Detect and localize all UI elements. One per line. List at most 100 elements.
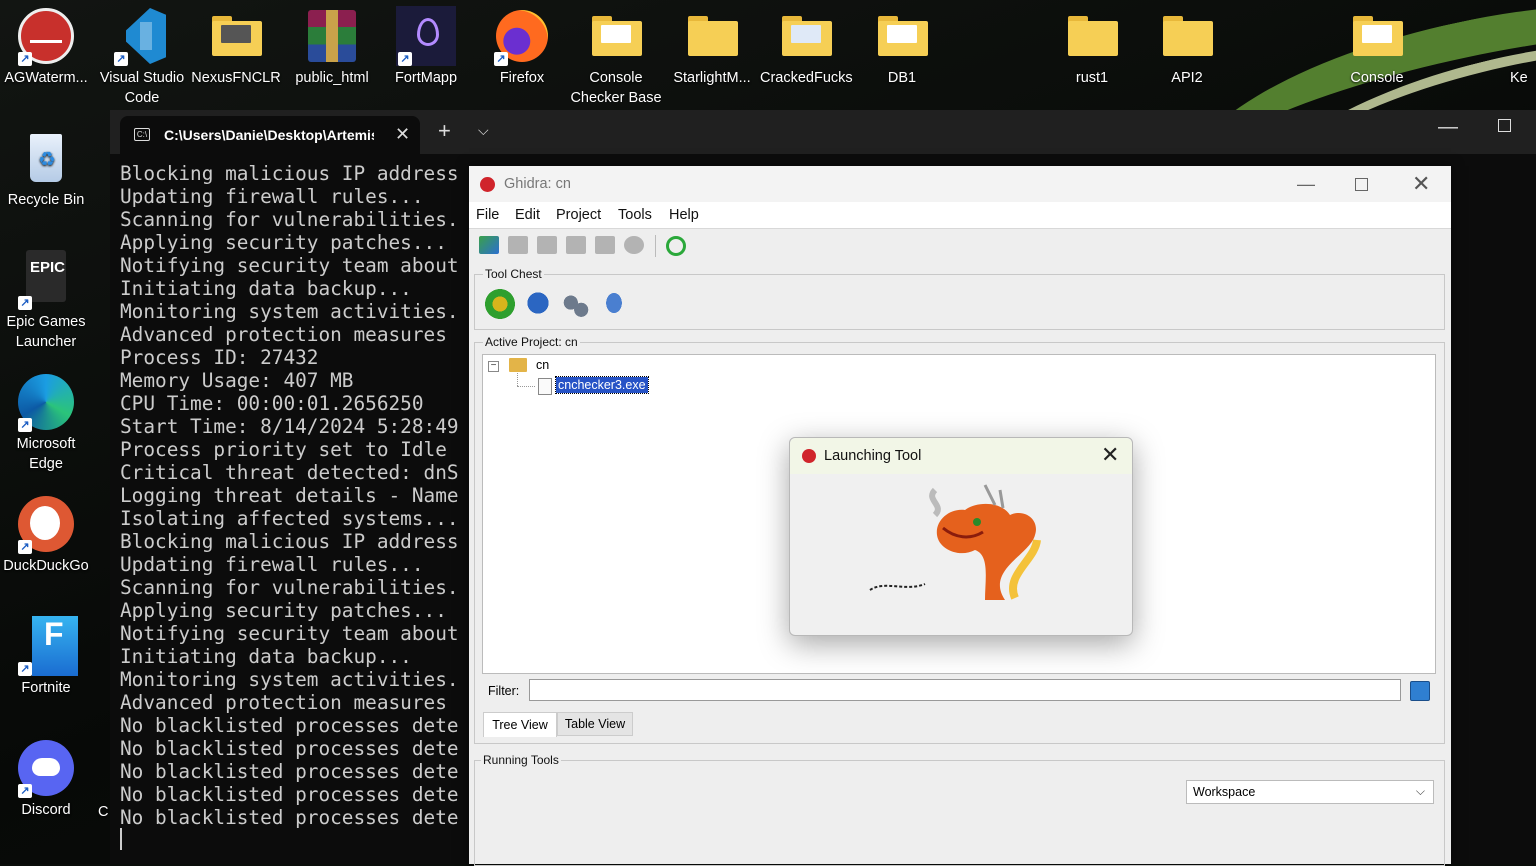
dialog-title-bar[interactable]: Launching Tool ✕ bbox=[790, 438, 1132, 474]
terminal-line: Updating firewall rules... bbox=[120, 553, 424, 576]
terminal-line: Applying security patches... bbox=[120, 599, 447, 622]
chevron-down-icon: ⌵ bbox=[1415, 784, 1425, 798]
version-tracking-gears-icon[interactable] bbox=[563, 293, 589, 317]
discord-icon: ↗ bbox=[16, 738, 76, 798]
desktop-icon-label: Recycle Bin bbox=[7, 192, 85, 208]
recycle-bin-icon: ♻ bbox=[16, 128, 76, 188]
desktop-icon-nexusfnclr[interactable]: NexusFNCLR bbox=[190, 6, 282, 88]
desktop-icon-api2[interactable]: API2 bbox=[1141, 6, 1233, 88]
desktop-icon-fortnite[interactable]: F ↗ Fortnite bbox=[0, 616, 92, 698]
tab-table-view[interactable]: Table View bbox=[557, 712, 633, 736]
menu-tools[interactable]: Tools bbox=[618, 207, 652, 223]
desktop-icon-duckduckgo[interactable]: ↗ DuckDuckGo bbox=[0, 494, 92, 576]
code-browser-dragon-icon[interactable] bbox=[485, 289, 515, 319]
tree-root-label[interactable]: cn bbox=[536, 358, 549, 372]
filter-options-icon[interactable] bbox=[1410, 681, 1430, 701]
desktop-icon-label: Microsoft Edge bbox=[16, 436, 76, 472]
desktop-icon-firefox[interactable]: ↗ Firefox bbox=[476, 6, 568, 88]
desktop-icon-db1[interactable]: DB1 bbox=[856, 6, 948, 88]
desktop-icon-vscode[interactable]: ↗ Visual Studio Code bbox=[96, 6, 188, 102]
terminal-line: Blocking malicious IP address bbox=[120, 530, 459, 553]
minimize-icon[interactable]: — bbox=[1438, 116, 1458, 139]
desktop-icon-discord[interactable]: ↗ Discord bbox=[0, 738, 92, 820]
desktop-icon-partial-label[interactable]: Ke bbox=[1510, 68, 1536, 88]
desktop-icon-agwatermark[interactable]: ↗ AGWaterm... bbox=[0, 6, 92, 88]
desktop-icon-console[interactable]: Console bbox=[1331, 6, 1423, 88]
firefox-icon: ↗ bbox=[492, 6, 552, 66]
folder-icon bbox=[776, 6, 836, 66]
chevron-down-icon[interactable]: ⌵ bbox=[478, 122, 489, 139]
terminal-line: Notifying security team about bbox=[120, 254, 459, 277]
debugger-bug-icon[interactable] bbox=[525, 289, 551, 317]
menu-help[interactable]: Help bbox=[669, 207, 699, 223]
archive-icon[interactable] bbox=[566, 236, 586, 254]
terminal-line: Monitoring system activities. bbox=[120, 668, 459, 691]
close-icon[interactable]: ✕ bbox=[1101, 442, 1119, 468]
terminal-line: No blacklisted processes dete bbox=[120, 806, 459, 829]
menu-edit[interactable]: Edit bbox=[515, 207, 540, 223]
maximize-icon[interactable] bbox=[1355, 178, 1368, 191]
tree-connector bbox=[517, 386, 535, 387]
launching-tool-dialog[interactable]: Launching Tool ✕ bbox=[789, 437, 1133, 636]
epic-games-icon: EPIC ↗ bbox=[16, 250, 76, 310]
menu-project[interactable]: Project bbox=[556, 207, 601, 223]
fortnite-icon: F ↗ bbox=[16, 616, 78, 676]
workspace-select[interactable]: Workspace ⌵ bbox=[1186, 780, 1434, 804]
filter-row: Filter: bbox=[482, 677, 1434, 705]
desktop-icon-label: NexusFNCLR bbox=[191, 70, 281, 86]
terminal-line: No blacklisted processes dete bbox=[120, 760, 459, 783]
desktop-icon-label: rust1 bbox=[1075, 70, 1109, 86]
folder-icon bbox=[1347, 6, 1407, 66]
close-icon[interactable]: ✕ bbox=[395, 124, 410, 145]
restore-icon[interactable] bbox=[595, 236, 615, 254]
tree-file-item[interactable]: cnchecker3.exe bbox=[555, 376, 649, 394]
close-project-icon[interactable] bbox=[537, 236, 557, 254]
emulator-footprints-icon[interactable] bbox=[603, 289, 625, 317]
terminal-line: Isolating affected systems... bbox=[120, 507, 459, 530]
desktop-icon-fortmapp[interactable]: ↗ FortMapp bbox=[380, 6, 472, 88]
terminal-line: Process priority set to Idle bbox=[120, 438, 447, 461]
menu-bar: File Edit Project Tools Help bbox=[469, 202, 1451, 229]
folder-icon bbox=[1157, 6, 1217, 66]
menu-file[interactable]: File bbox=[476, 207, 499, 223]
folder-icon bbox=[206, 6, 266, 66]
terminal-line: Notifying security team about bbox=[120, 622, 459, 645]
terminal-line: Applying security patches... bbox=[120, 231, 447, 254]
terminal-line: Advanced protection measures bbox=[120, 691, 447, 714]
close-icon[interactable]: ✕ bbox=[1412, 171, 1430, 197]
terminal-tab[interactable]: C:\ C:\Users\Danie\Desktop\Artemis ✕ bbox=[120, 116, 420, 154]
desktop-icon-label: StarlightM... bbox=[673, 70, 751, 86]
minimize-icon[interactable]: — bbox=[1297, 174, 1315, 195]
desktop-icon-label: Fortnite bbox=[21, 680, 71, 696]
terminal-line: Initiating data backup... bbox=[120, 645, 412, 668]
open-folder-icon bbox=[509, 358, 527, 372]
connect-icon[interactable] bbox=[624, 236, 644, 254]
terminal-line: No blacklisted processes dete bbox=[120, 783, 459, 806]
desktop-icon-label: Discord bbox=[21, 802, 71, 818]
desktop-icon-recycle-bin[interactable]: ♻ Recycle Bin bbox=[0, 128, 92, 210]
desktop-icon-label: Epic Games Launcher bbox=[6, 314, 86, 350]
refresh-icon[interactable] bbox=[666, 236, 686, 256]
ghidra-dragon-icon bbox=[802, 449, 816, 463]
desktop-icon-crackedfucks[interactable]: CrackedFucks bbox=[760, 6, 853, 88]
terminal-tab-bar: C:\ C:\Users\Danie\Desktop\Artemis ✕ + ⌵… bbox=[110, 110, 1536, 154]
desktop-icon-edge[interactable]: ↗ Microsoft Edge bbox=[0, 372, 92, 474]
tab-tree-view[interactable]: Tree View bbox=[483, 712, 557, 737]
maximize-icon[interactable] bbox=[1498, 119, 1511, 132]
terminal-line: Start Time: 8/14/2024 5:28:49 bbox=[120, 415, 459, 438]
collapse-toggle-icon[interactable]: − bbox=[488, 361, 499, 372]
filter-input[interactable] bbox=[529, 679, 1401, 701]
filter-label: Filter: bbox=[488, 684, 520, 698]
desktop-icon-label: CrackedFucks bbox=[760, 70, 853, 86]
import-file-icon[interactable] bbox=[479, 236, 499, 254]
desktop-icon-epic-games[interactable]: EPIC ↗ Epic Games Launcher bbox=[0, 250, 92, 352]
desktop-icon-label: Visual Studio Code bbox=[99, 70, 185, 102]
desktop-icon-public-html[interactable]: public_html bbox=[286, 6, 378, 88]
ghidra-title-bar[interactable]: Ghidra: cn — ✕ bbox=[469, 166, 1451, 202]
save-icon[interactable] bbox=[508, 236, 528, 254]
new-tab-icon[interactable]: + bbox=[438, 118, 451, 144]
desktop-icon-rust1[interactable]: rust1 bbox=[1046, 6, 1138, 88]
ghidra-dragon-icon bbox=[480, 177, 495, 192]
desktop-icon-starlightm[interactable]: StarlightM... bbox=[666, 6, 758, 88]
desktop-icon-console-checker-base[interactable]: Console Checker Base bbox=[570, 6, 662, 102]
